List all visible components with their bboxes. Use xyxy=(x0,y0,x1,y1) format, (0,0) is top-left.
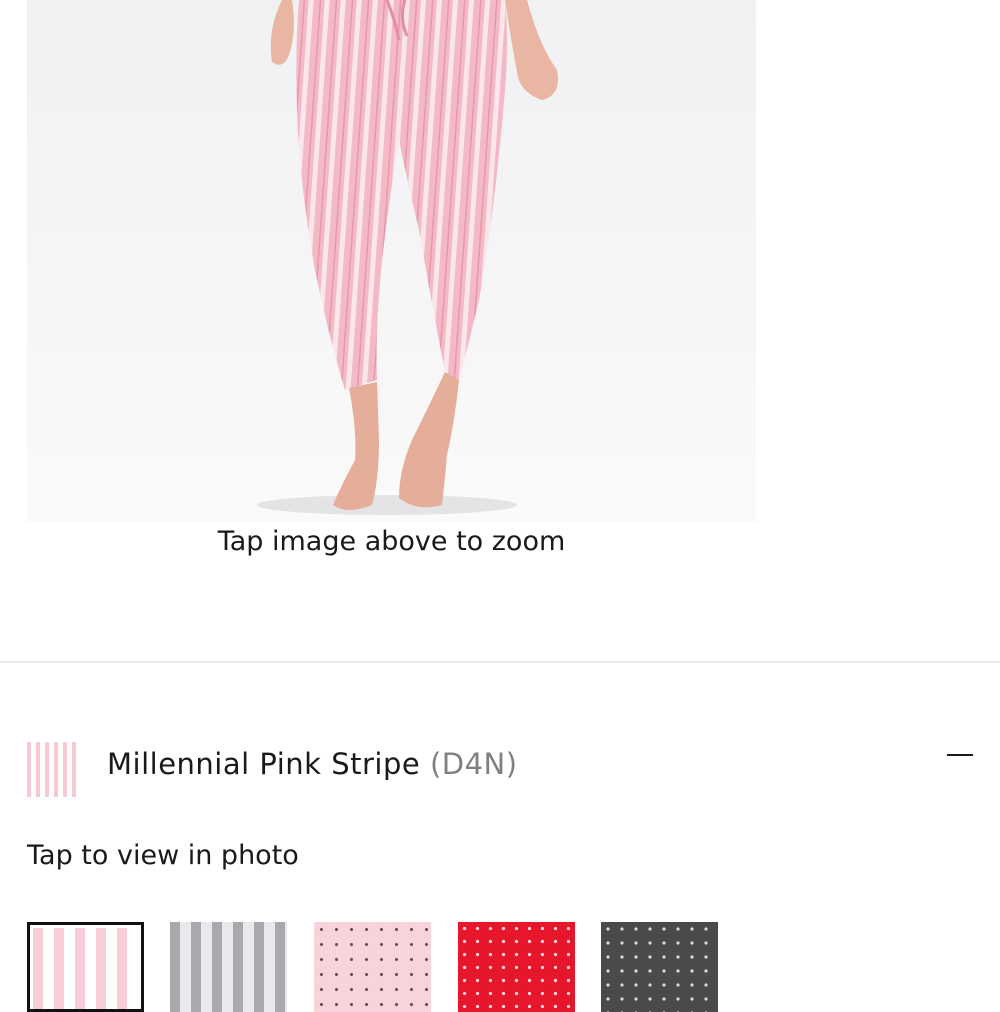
color-selector-header[interactable]: Millennial Pink Stripe (D4N) xyxy=(27,742,977,798)
swatch-charcoal-dot[interactable] xyxy=(601,922,718,1012)
swatch-pattern xyxy=(170,922,287,1012)
selected-color-label: Millennial Pink Stripe (D4N) xyxy=(107,742,518,786)
swatch-pattern xyxy=(33,928,138,1009)
pajama-pants-photo xyxy=(257,0,558,515)
product-image[interactable] xyxy=(27,0,756,522)
minus-icon[interactable] xyxy=(947,754,973,756)
swatch-red-dot[interactable] xyxy=(458,922,575,1012)
swatch-pink-stripe[interactable] xyxy=(27,922,144,1012)
selected-color-thumbnail xyxy=(27,742,79,797)
swatch-pattern xyxy=(601,922,718,1012)
swatch-pink-dot[interactable] xyxy=(314,922,431,1012)
section-divider xyxy=(0,661,1000,663)
selected-color-name: Millennial Pink Stripe xyxy=(107,747,421,781)
swatch-pattern xyxy=(314,922,431,1012)
swatch-grey-stripe[interactable] xyxy=(170,922,287,1012)
swatch-pattern xyxy=(458,922,575,1012)
selected-color-code: (D4N) xyxy=(429,747,518,781)
view-in-photo-hint: Tap to view in photo xyxy=(27,840,299,871)
zoom-hint: Tap image above to zoom xyxy=(217,526,566,557)
